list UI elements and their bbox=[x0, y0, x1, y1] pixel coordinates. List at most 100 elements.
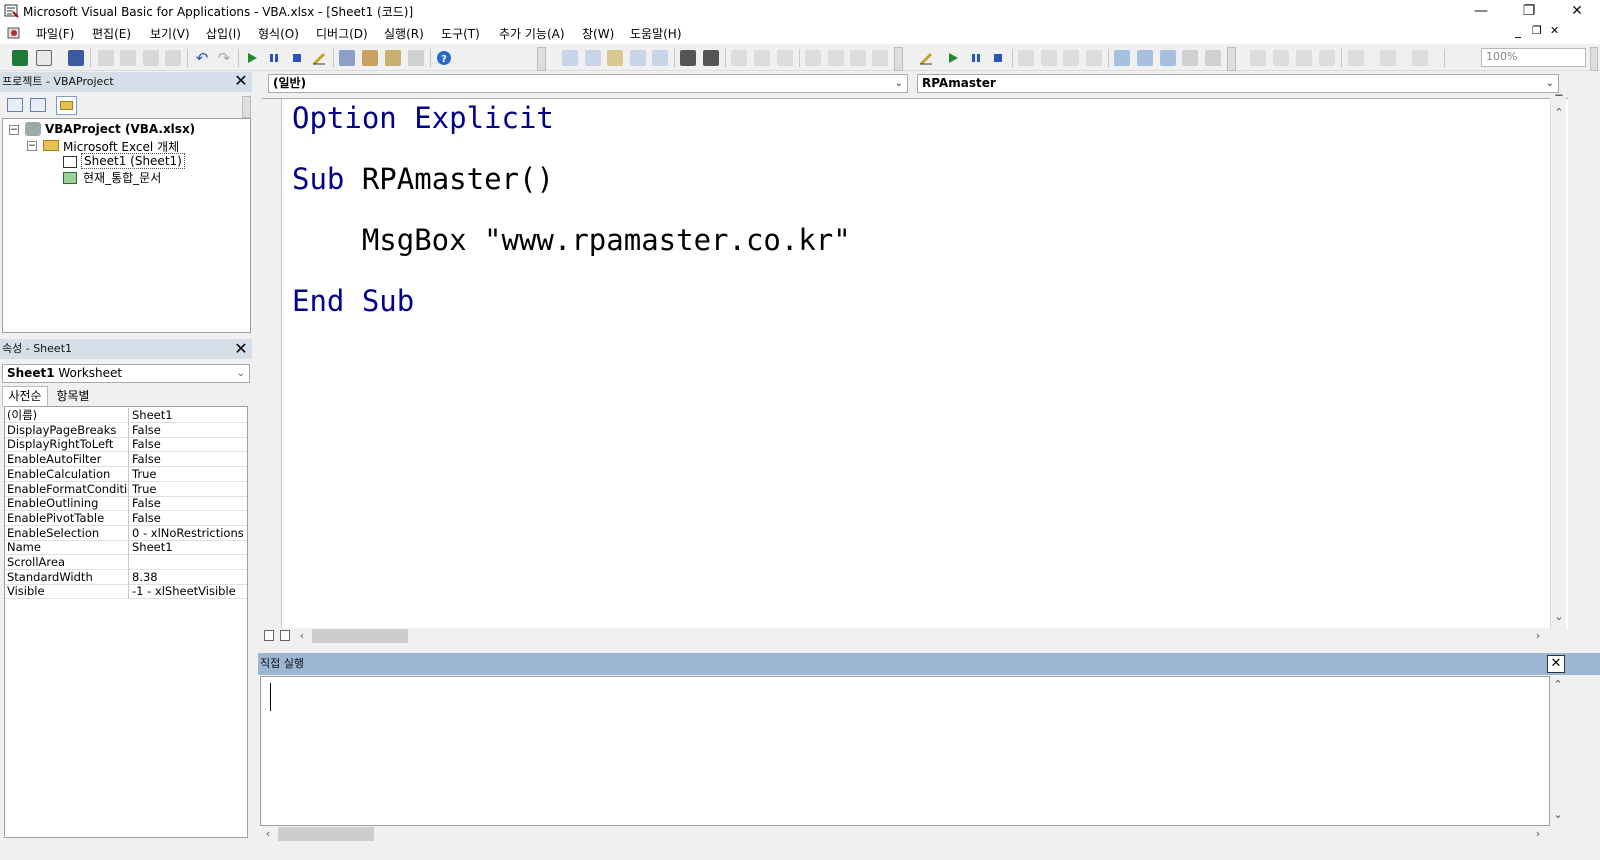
tree-item-thisworkbook[interactable]: 현재_통합_문서 bbox=[83, 169, 161, 186]
step-out-icon[interactable] bbox=[1063, 50, 1079, 66]
menu-view[interactable]: 보기(V) bbox=[150, 25, 190, 42]
toggle-bookmark-icon[interactable] bbox=[805, 50, 821, 66]
property-value[interactable]: Sheet1 bbox=[132, 540, 246, 554]
bring-to-front-icon[interactable] bbox=[1250, 50, 1266, 66]
design-mode-icon[interactable] bbox=[918, 50, 934, 66]
scroll-up-icon[interactable]: ⌃ bbox=[1551, 106, 1567, 120]
immediate-scroll-thumb[interactable] bbox=[278, 827, 374, 841]
align-icon[interactable] bbox=[1348, 50, 1364, 66]
menu-window[interactable]: 창(W) bbox=[582, 25, 614, 42]
collapse-icon[interactable]: − bbox=[9, 125, 19, 135]
property-row[interactable]: ScrollArea bbox=[5, 555, 247, 570]
reset-icon[interactable] bbox=[289, 50, 305, 66]
tree-root-vbaproject[interactable]: VBAProject (VBA.xlsx) bbox=[45, 122, 195, 136]
break-icon[interactable] bbox=[968, 50, 984, 66]
properties-pane-close-icon[interactable]: ✕ bbox=[231, 340, 251, 360]
immediate-window-icon[interactable] bbox=[1137, 50, 1153, 66]
project-pane-close-icon[interactable]: ✕ bbox=[231, 72, 251, 92]
send-to-back-icon[interactable] bbox=[1273, 50, 1289, 66]
redo-icon[interactable]: ↷ bbox=[216, 50, 232, 66]
complete-word-icon[interactable] bbox=[652, 50, 668, 66]
menu-help[interactable]: 도움말(H) bbox=[630, 25, 682, 42]
property-value[interactable]: -1 - xlSheetVisible bbox=[132, 584, 246, 598]
break-icon[interactable] bbox=[266, 50, 282, 66]
scroll-down-icon[interactable]: ⌄ bbox=[1551, 610, 1567, 624]
clear-bookmarks-icon[interactable] bbox=[872, 50, 888, 66]
run-icon[interactable] bbox=[244, 50, 260, 66]
property-value[interactable]: False bbox=[132, 511, 246, 525]
make-same-size-icon[interactable] bbox=[1412, 50, 1428, 66]
menu-format[interactable]: 형식(O) bbox=[258, 25, 299, 42]
find-icon[interactable] bbox=[165, 50, 181, 66]
scroll-top-icon[interactable]: ▔ bbox=[1551, 97, 1567, 106]
property-value[interactable]: True bbox=[132, 467, 246, 481]
save-icon[interactable] bbox=[68, 50, 84, 66]
next-bookmark-icon[interactable] bbox=[828, 50, 844, 66]
margin-indicator-bar[interactable] bbox=[262, 99, 282, 631]
properties-icon[interactable] bbox=[362, 50, 378, 66]
scroll-down-icon[interactable]: ⌄ bbox=[1550, 808, 1566, 822]
ungroup-icon[interactable] bbox=[1319, 50, 1335, 66]
property-row[interactable]: EnableFormatConditio True bbox=[5, 481, 247, 497]
call-stack-icon[interactable] bbox=[1205, 50, 1221, 66]
property-value[interactable]: 8.38 bbox=[132, 570, 246, 584]
list-constants-icon[interactable] bbox=[585, 50, 601, 66]
project-explorer-icon[interactable] bbox=[339, 50, 355, 66]
previous-bookmark-icon[interactable] bbox=[850, 50, 866, 66]
project-scroll-grip[interactable] bbox=[242, 96, 251, 118]
object-combo[interactable]: (일반) ⌄ bbox=[268, 74, 908, 93]
tree-item-sheet1[interactable]: Sheet1 (Sheet1) bbox=[81, 153, 185, 169]
zoom-select[interactable]: 100% bbox=[1481, 48, 1586, 67]
locals-window-icon[interactable] bbox=[1114, 50, 1130, 66]
property-value[interactable]: True bbox=[132, 482, 246, 496]
menu-debug[interactable]: 디버그(D) bbox=[316, 25, 368, 42]
code-editor[interactable]: Option Explicit Sub RPAmaster() MsgBox "w… bbox=[262, 98, 1568, 631]
toggle-breakpoint-icon[interactable] bbox=[731, 50, 747, 66]
excel-icon[interactable] bbox=[12, 50, 28, 66]
property-row[interactable]: StandardWidth 8.38 bbox=[5, 569, 247, 585]
property-row[interactable]: EnableCalculation True bbox=[5, 466, 247, 482]
help-icon[interactable]: ? bbox=[436, 50, 452, 66]
run-to-cursor-icon[interactable] bbox=[1086, 50, 1102, 66]
center-in-form-icon[interactable] bbox=[1380, 50, 1396, 66]
view-object-icon[interactable] bbox=[30, 98, 46, 112]
comment-block-icon[interactable] bbox=[754, 50, 770, 66]
menu-addins[interactable]: 추가 기능(A) bbox=[499, 25, 565, 42]
uncomment-block-icon[interactable] bbox=[777, 50, 793, 66]
mdi-close-button[interactable]: ✕ bbox=[1550, 24, 1559, 37]
code-horizontal-scrollbar[interactable]: ‹ › bbox=[262, 628, 1550, 644]
immediate-pane-close-icon[interactable]: ✕ bbox=[1547, 655, 1565, 673]
menu-tools[interactable]: 도구(T) bbox=[441, 25, 480, 42]
scroll-left-icon[interactable]: ‹ bbox=[262, 827, 274, 841]
step-over-icon[interactable] bbox=[1041, 50, 1057, 66]
scroll-left-icon[interactable]: ‹ bbox=[296, 629, 308, 643]
menu-insert[interactable]: 삽입(I) bbox=[206, 25, 241, 42]
group-icon[interactable] bbox=[1296, 50, 1312, 66]
run-icon[interactable] bbox=[945, 50, 961, 66]
property-row[interactable]: EnableAutoFilter False bbox=[5, 452, 247, 468]
property-row[interactable]: DisplayPageBreaks False bbox=[5, 422, 247, 438]
properties-object-combo[interactable]: Sheet1 Worksheet ⌄ bbox=[2, 364, 250, 383]
step-into-icon[interactable] bbox=[1018, 50, 1034, 66]
property-row[interactable]: Visible -1 - xlSheetVisible bbox=[5, 584, 247, 600]
tab-alphabetic[interactable]: 사전순 bbox=[2, 386, 48, 406]
outdent-icon[interactable] bbox=[703, 50, 719, 66]
view-code-icon[interactable] bbox=[7, 98, 23, 112]
property-row[interactable]: DisplayRightToLeft False bbox=[5, 437, 247, 453]
property-row[interactable]: EnablePivotTable False bbox=[5, 510, 247, 526]
immediate-input[interactable] bbox=[260, 676, 1550, 826]
object-browser-icon[interactable] bbox=[385, 50, 401, 66]
toolbar-overflow-grip[interactable] bbox=[537, 47, 546, 71]
paste-icon[interactable] bbox=[143, 50, 159, 66]
property-value[interactable]: False bbox=[132, 496, 246, 510]
menu-run[interactable]: 실행(R) bbox=[384, 25, 424, 42]
scroll-up-icon[interactable]: ⌃ bbox=[1550, 678, 1566, 692]
copy-icon[interactable] bbox=[120, 50, 136, 66]
property-value[interactable]: False bbox=[132, 423, 246, 437]
property-row[interactable]: Name Sheet1 bbox=[5, 540, 247, 556]
quick-watch-icon[interactable] bbox=[1182, 50, 1198, 66]
full-module-view-icon[interactable] bbox=[280, 630, 290, 641]
toggle-folders-icon[interactable] bbox=[56, 96, 77, 115]
code-vertical-scrollbar[interactable]: ▔ ⌃ ⌄ bbox=[1550, 97, 1567, 630]
reset-icon[interactable] bbox=[990, 50, 1006, 66]
